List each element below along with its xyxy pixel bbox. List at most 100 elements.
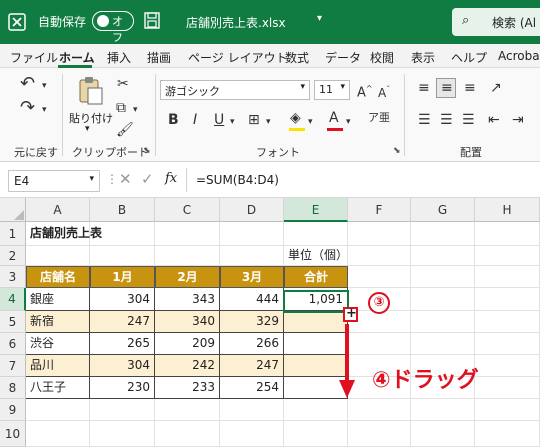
borders-icon[interactable]: ⊞ bbox=[248, 112, 260, 128]
paste-label[interactable]: 貼り付け bbox=[69, 110, 113, 126]
cell[interactable] bbox=[411, 333, 475, 355]
cell[interactable] bbox=[475, 399, 540, 421]
undo-dropdown-icon[interactable]: ▾ bbox=[42, 78, 47, 94]
tab-help[interactable]: ヘルプ bbox=[451, 49, 487, 66]
save-icon[interactable] bbox=[144, 12, 160, 30]
store-name-cell[interactable]: 銀座 bbox=[26, 288, 90, 311]
table-cell[interactable]: 444 bbox=[220, 288, 284, 311]
file-name[interactable]: 店舗別売上表.xlsx bbox=[186, 14, 286, 31]
cell[interactable] bbox=[284, 222, 348, 246]
cell[interactable] bbox=[348, 266, 411, 288]
orientation-icon[interactable]: ↗ bbox=[490, 80, 502, 96]
table-header-cell[interactable]: 1月 bbox=[90, 266, 155, 288]
row-header-4[interactable]: 4 bbox=[0, 288, 26, 311]
fill-handle-highlight[interactable]: + bbox=[343, 306, 358, 322]
row-header-3[interactable]: 3 bbox=[0, 266, 26, 288]
font-color-icon[interactable]: A bbox=[329, 110, 339, 126]
table-cell[interactable]: 230 bbox=[90, 377, 155, 399]
store-name-cell[interactable]: 渋谷 bbox=[26, 333, 90, 355]
table-cell[interactable]: 304 bbox=[90, 288, 155, 311]
borders-dropdown-icon[interactable]: ▾ bbox=[266, 114, 271, 130]
cell[interactable] bbox=[90, 246, 155, 266]
cell[interactable] bbox=[26, 421, 90, 447]
align-left-icon[interactable]: ☰ bbox=[418, 112, 431, 128]
tab-draw[interactable]: 描画 bbox=[147, 49, 171, 66]
format-painter-icon[interactable]: 🖌 bbox=[116, 122, 134, 138]
shrink-font-icon[interactable]: Aˇ bbox=[378, 82, 390, 101]
cell[interactable] bbox=[348, 399, 411, 421]
column-header-g[interactable]: G bbox=[411, 198, 475, 222]
name-box[interactable]: E4 ▾ bbox=[8, 170, 100, 192]
bold-icon[interactable]: B bbox=[168, 112, 179, 128]
cell[interactable] bbox=[348, 333, 411, 355]
column-header-d[interactable]: D bbox=[220, 198, 284, 222]
cell[interactable] bbox=[411, 246, 475, 266]
table-cell[interactable]: 266 bbox=[220, 333, 284, 355]
cell[interactable] bbox=[26, 399, 90, 421]
cell[interactable] bbox=[220, 421, 284, 447]
table-header-cell[interactable]: 2月 bbox=[155, 266, 220, 288]
enter-icon[interactable]: ✓ bbox=[141, 170, 154, 188]
column-header-e[interactable]: E bbox=[284, 198, 348, 222]
underline-icon[interactable]: U bbox=[214, 112, 224, 128]
cell[interactable] bbox=[90, 399, 155, 421]
redo-dropdown-icon[interactable]: ▾ bbox=[42, 102, 47, 118]
table-header-cell[interactable]: 店舗名 bbox=[26, 266, 90, 288]
cell[interactable] bbox=[155, 222, 220, 246]
sheet-title[interactable]: 店舗別売上表 bbox=[26, 222, 102, 246]
unit-label[interactable]: 単位（個） bbox=[284, 246, 348, 266]
table-cell[interactable]: 304 bbox=[90, 355, 155, 377]
cell[interactable] bbox=[475, 377, 540, 399]
row-header-2[interactable]: 2 bbox=[0, 246, 26, 266]
cell[interactable] bbox=[411, 266, 475, 288]
cell[interactable] bbox=[348, 222, 411, 246]
cell[interactable] bbox=[475, 311, 540, 333]
table-cell[interactable]: 247 bbox=[220, 355, 284, 377]
cell[interactable] bbox=[220, 246, 284, 266]
phonetic-icon[interactable]: ア亜 bbox=[368, 110, 390, 126]
column-header-b[interactable]: B bbox=[90, 198, 155, 222]
table-cell[interactable]: 247 bbox=[90, 311, 155, 333]
table-cell[interactable]: 343 bbox=[155, 288, 220, 311]
row-header-10[interactable]: 10 bbox=[0, 421, 26, 447]
dialog-launcher-icon[interactable]: ⬊ bbox=[393, 146, 401, 156]
cell[interactable] bbox=[411, 288, 475, 311]
cell[interactable] bbox=[475, 333, 540, 355]
align-right-icon[interactable]: ☰ bbox=[462, 112, 475, 128]
cell[interactable] bbox=[411, 311, 475, 333]
table-cell[interactable]: 340 bbox=[155, 311, 220, 333]
cell[interactable] bbox=[220, 222, 284, 246]
select-all-button[interactable] bbox=[0, 198, 26, 222]
cell[interactable] bbox=[475, 222, 540, 246]
dialog-launcher-icon[interactable]: ⬊ bbox=[143, 146, 151, 156]
search-box[interactable]: ⌕ 検索 (Al bbox=[452, 8, 540, 36]
tab-page-layout[interactable]: ページ レイアウト bbox=[188, 49, 288, 66]
column-header-h[interactable]: H bbox=[475, 198, 540, 222]
column-header-c[interactable]: C bbox=[155, 198, 220, 222]
row-header-1[interactable]: 1 bbox=[0, 222, 26, 246]
align-bottom-icon[interactable]: ≡ bbox=[464, 80, 476, 96]
row-header-5[interactable]: 5 bbox=[0, 311, 26, 333]
cell[interactable] bbox=[348, 421, 411, 447]
tab-view[interactable]: 表示 bbox=[411, 49, 435, 66]
cell[interactable] bbox=[411, 399, 475, 421]
tab-review[interactable]: 校閲 bbox=[370, 49, 394, 66]
align-top-icon[interactable]: ≡ bbox=[418, 80, 430, 96]
redo-icon[interactable]: ↷ bbox=[20, 99, 35, 117]
cell[interactable] bbox=[475, 288, 540, 311]
cell[interactable] bbox=[26, 246, 90, 266]
insert-function-icon[interactable]: fx bbox=[165, 171, 177, 186]
row-header-9[interactable]: 9 bbox=[0, 399, 26, 421]
cell[interactable] bbox=[475, 246, 540, 266]
cancel-icon[interactable]: ✕ bbox=[119, 170, 132, 188]
fill-dropdown-icon[interactable]: ▾ bbox=[308, 114, 313, 130]
store-name-cell[interactable]: 新宿 bbox=[26, 311, 90, 333]
font-name-combo[interactable]: 游ゴシック ▾ bbox=[160, 80, 310, 100]
decrease-indent-icon[interactable]: ⇤ bbox=[488, 112, 500, 128]
table-cell[interactable]: 329 bbox=[220, 311, 284, 333]
table-cell[interactable]: 242 bbox=[155, 355, 220, 377]
row-header-7[interactable]: 7 bbox=[0, 355, 26, 377]
table-cell[interactable]: 254 bbox=[220, 377, 284, 399]
cell[interactable] bbox=[90, 421, 155, 447]
cell[interactable] bbox=[155, 399, 220, 421]
